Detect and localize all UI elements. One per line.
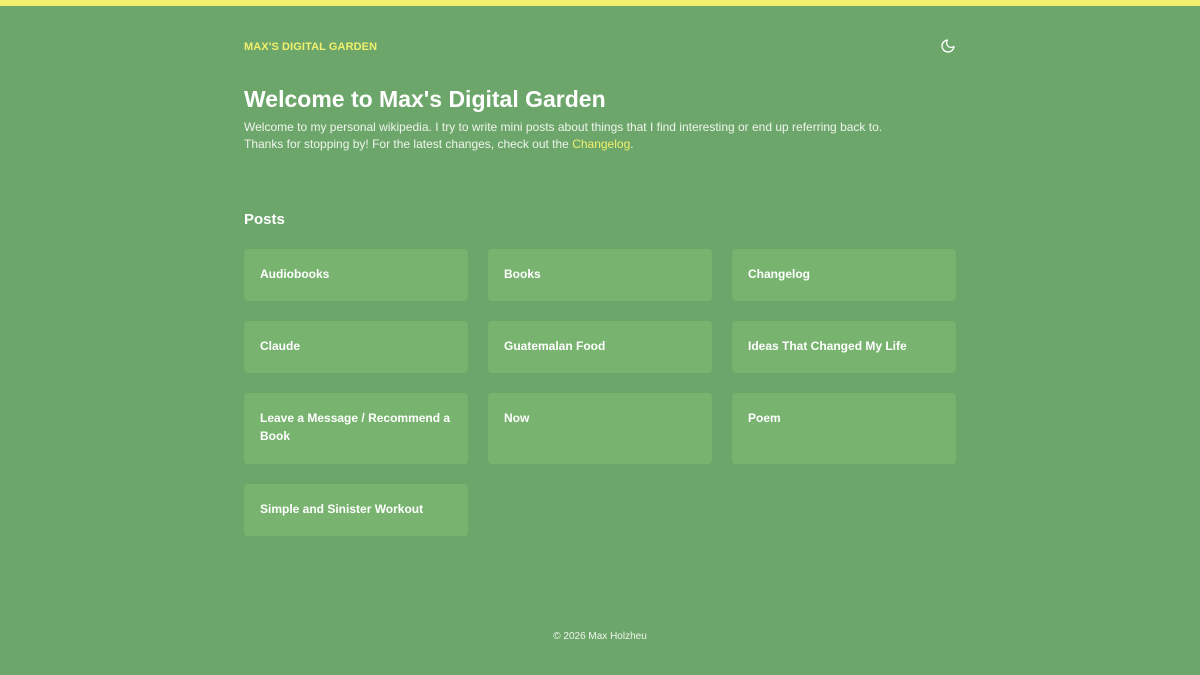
- post-card-ideas-that-changed-my-life[interactable]: Ideas That Changed My Life: [732, 321, 956, 373]
- site-footer: © 2026 Max Holzheu: [0, 631, 1200, 642]
- intro-line-2-prefix: Thanks for stopping by! For the latest c…: [244, 136, 573, 151]
- changelog-link[interactable]: Changelog: [572, 137, 630, 151]
- moon-icon: [941, 39, 955, 53]
- post-card-audiobooks[interactable]: Audiobooks: [244, 249, 468, 301]
- intro-line-1: Welcome to my personal wikipedia. I try …: [244, 120, 883, 134]
- post-card-poem[interactable]: Poem: [732, 393, 956, 464]
- post-card-leave-a-message[interactable]: Leave a Message / Recommend a Book: [244, 393, 468, 464]
- post-card-changelog[interactable]: Changelog: [732, 249, 956, 301]
- theme-toggle-button[interactable]: [940, 38, 956, 54]
- site-title-link[interactable]: MAX'S DIGITAL GARDEN: [244, 41, 377, 53]
- post-card-books[interactable]: Books: [488, 249, 712, 301]
- page-title: Welcome to Max's Digital Garden: [244, 86, 606, 112]
- post-card-claude[interactable]: Claude: [244, 321, 468, 373]
- post-card-guatemalan-food[interactable]: Guatemalan Food: [488, 321, 712, 373]
- intro-text: Welcome to my personal wikipedia. I try …: [244, 119, 956, 152]
- post-card-simple-and-sinister-workout[interactable]: Simple and Sinister Workout: [244, 484, 468, 536]
- post-card-now[interactable]: Now: [488, 393, 712, 464]
- posts-heading: Posts: [244, 211, 285, 228]
- copyright-text: © 2026 Max Holzheu: [553, 631, 647, 642]
- top-accent-bar: [0, 0, 1200, 6]
- intro-line-2-suffix: .: [630, 136, 634, 151]
- site-header: MAX'S DIGITAL GARDEN: [244, 38, 956, 58]
